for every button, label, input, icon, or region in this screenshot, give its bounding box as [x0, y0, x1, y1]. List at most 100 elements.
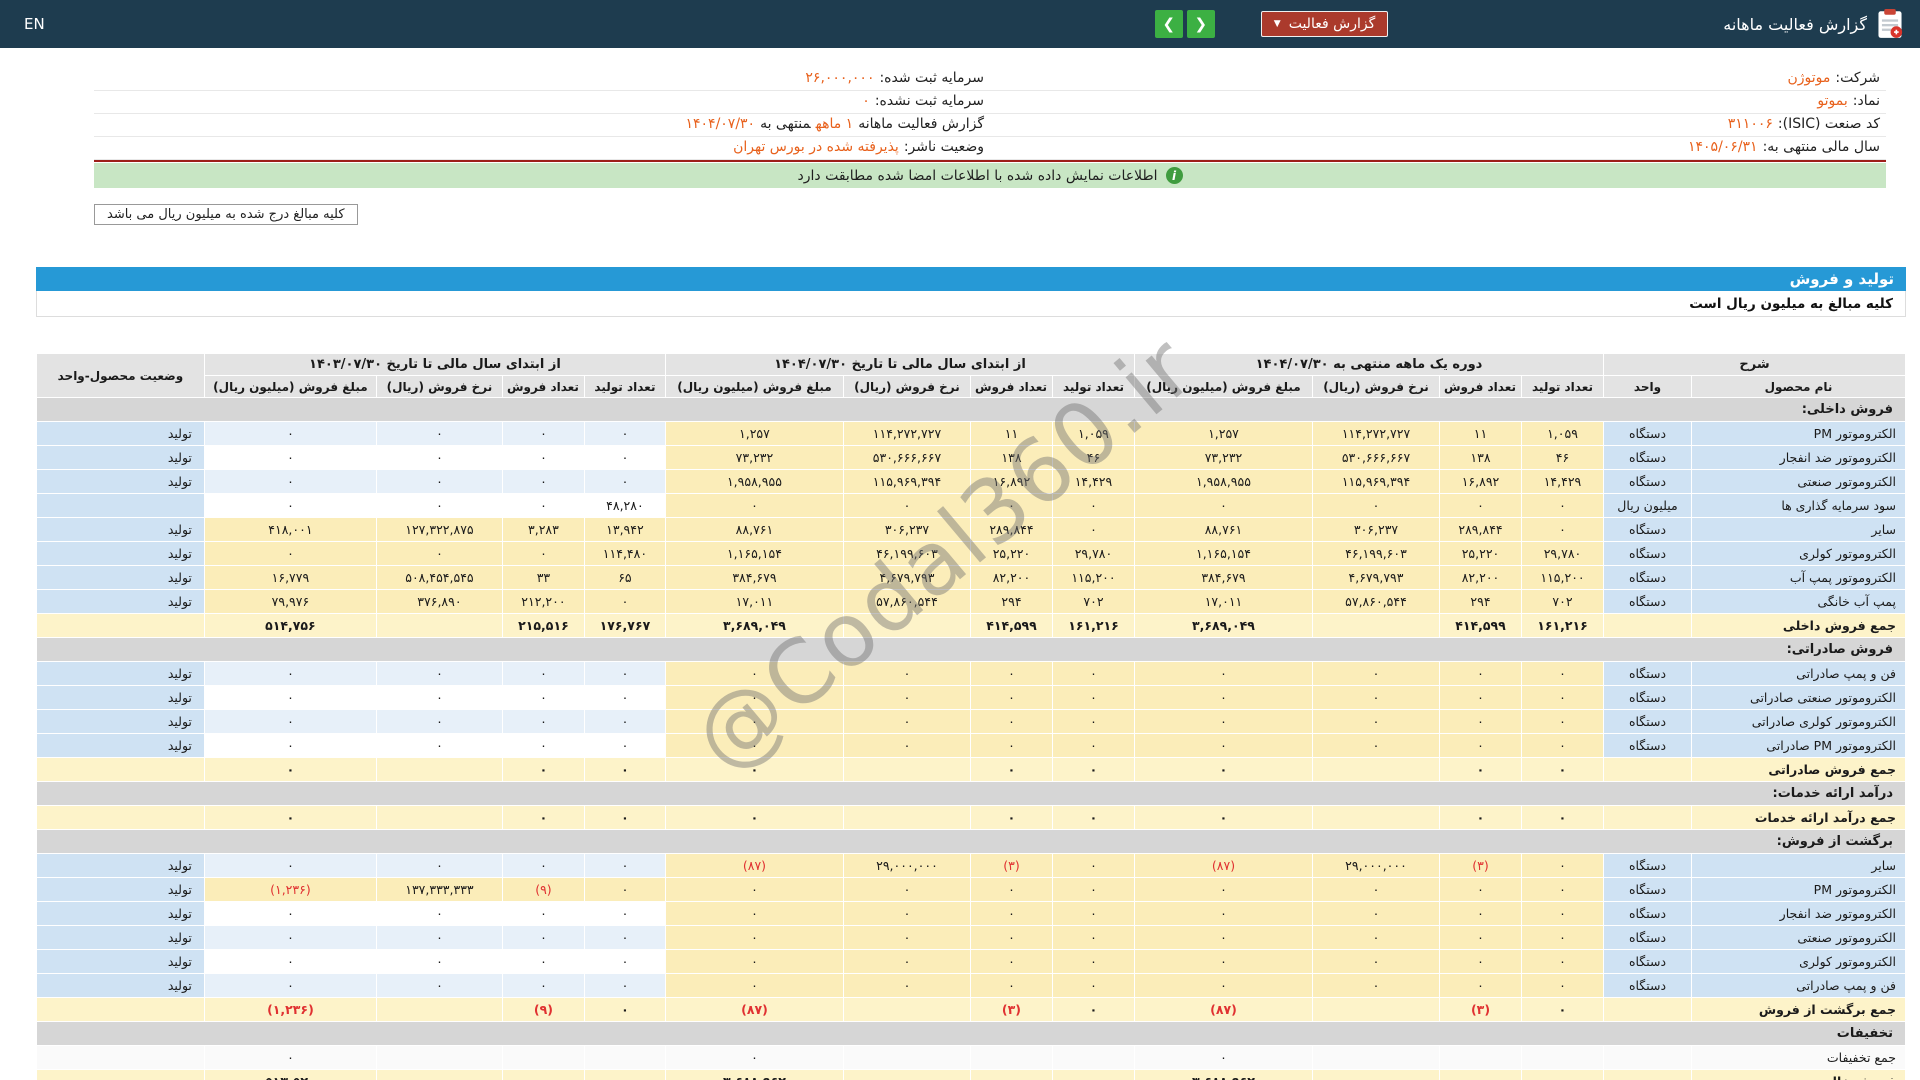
cell-value: [502, 1070, 584, 1080]
cell-value: ۳۰۶,۲۳۷: [1313, 518, 1440, 542]
next-report-button[interactable]: ❯: [1187, 10, 1215, 38]
info-value: موتوژن: [1788, 70, 1831, 86]
cell-value: ۰: [584, 902, 665, 926]
header-sub: تعداد فروش: [970, 376, 1052, 398]
section-label: برگشت از فروش:: [36, 830, 1905, 854]
cell-value: ۰: [1052, 854, 1134, 878]
cell-value: ۰: [1440, 950, 1522, 974]
table-row: الکتروموتور PM صادراتیدستگاه۰۰۰۰۰۰۰۰۰۰۰۰…: [36, 734, 1905, 758]
language-toggle[interactable]: EN: [16, 11, 53, 37]
cell-unit: دستگاه: [1604, 470, 1692, 494]
cell-unit: دستگاه: [1604, 446, 1692, 470]
info-label: شرکت:: [1835, 70, 1880, 86]
cell-status: تولید: [36, 974, 204, 998]
cell-value: ۰: [1052, 518, 1134, 542]
cell-status: [36, 494, 204, 518]
cell-value: ۳,۶۸۸,۹۶۲: [1134, 1070, 1312, 1080]
cell-value: [843, 1070, 970, 1080]
cell-value: ۱,۹۵۸,۹۵۵: [1134, 470, 1312, 494]
cell-value: ۰: [376, 494, 502, 518]
cell-value: ۱۳۷,۳۳۳,۳۳۳: [376, 878, 502, 902]
cell-value: ۰: [376, 662, 502, 686]
cell-value: ۱۷,۰۱۱: [1134, 590, 1312, 614]
cell-value: ۰: [1440, 686, 1522, 710]
cell-value: ۰: [376, 446, 502, 470]
cell-product-name: سود سرمایه گذاری ها: [1692, 494, 1906, 518]
cell-unit: دستگاه: [1604, 854, 1692, 878]
cell-value: [376, 614, 502, 638]
header-sub: تعداد فروش: [502, 376, 584, 398]
cell-product-name: الکتروموتور ضد انفجار: [1692, 902, 1906, 926]
chevron-down-icon: ▼: [1274, 19, 1281, 29]
cell-value: ۲۵,۲۲۰: [1440, 542, 1522, 566]
cell-unit: دستگاه: [1604, 950, 1692, 974]
cell-value: ۵۱۴,۷۵۶: [204, 614, 376, 638]
cell-value: ۰: [1522, 806, 1604, 830]
cell-value: [584, 1070, 665, 1080]
cell-value: ۰: [970, 902, 1052, 926]
info-value: ۳۱۱۰۰۶: [1728, 116, 1773, 132]
cell-value: (۳): [970, 998, 1052, 1022]
cell-value: ۰: [1313, 974, 1440, 998]
cell-value: ۰: [1440, 878, 1522, 902]
cell-value: ۰: [376, 950, 502, 974]
cell-value: ۰: [376, 470, 502, 494]
cell-value: ۱۶,۷۷۹: [204, 566, 376, 590]
header-unit: واحد: [1604, 376, 1692, 398]
cell-value: ۰: [502, 806, 584, 830]
info-value: ۱۴۰۴/۰۷/۳۰: [685, 116, 755, 132]
cell-unit: دستگاه: [1604, 734, 1692, 758]
cell-value: [1313, 998, 1440, 1022]
cell-value: (۹): [502, 998, 584, 1022]
cell-value: [1313, 758, 1440, 782]
cell-value: ۲۹,۰۰۰,۰۰۰: [843, 854, 970, 878]
cell-status: تولید: [36, 518, 204, 542]
cell-value: ۱۳۸: [970, 446, 1052, 470]
table-row: پمپ آب خانگیدستگاه۷۰۲۲۹۴۵۷,۸۶۰,۵۴۴۱۷,۰۱۱…: [36, 590, 1905, 614]
cell-value: ۰: [584, 470, 665, 494]
cell-value: ۰: [376, 926, 502, 950]
cell-value: ۰: [204, 926, 376, 950]
cell-unit: دستگاه: [1604, 422, 1692, 446]
info-value: پذیرفته شده در بورس تهران: [733, 139, 899, 155]
cell-value: ۳۸۴,۶۷۹: [665, 566, 843, 590]
cell-value: ۴۱۴,۵۹۹: [970, 614, 1052, 638]
info-value: ۰: [862, 93, 870, 109]
cell-value: [584, 1046, 665, 1070]
header-product-name: نام محصول: [1692, 376, 1906, 398]
cell-value: ۰: [1052, 950, 1134, 974]
info-row: کد صنعت (ISIC): ۳۱۱۰۰۶ گزارش فعالیت ماهانه…: [94, 114, 1886, 137]
cell-value: ۸۲,۲۰۰: [970, 566, 1052, 590]
cell-value: ۰: [376, 734, 502, 758]
cell-value: ۱۱۴,۲۷۲,۷۲۷: [1313, 422, 1440, 446]
cell-value: ۰: [970, 734, 1052, 758]
info-cell: گزارش فعالیت ماهانه۱ ماههمنتهی به۱۴۰۴/۰۷…: [94, 114, 990, 137]
info-cell: وضعیت ناشر:پذیرفته شده در بورس تهران: [94, 137, 990, 160]
cell-value: ۰: [665, 950, 843, 974]
cell-product-name: الکتروموتور کولری صادراتی: [1692, 710, 1906, 734]
cell-value: ۰: [1134, 758, 1312, 782]
cell-value: ۰: [1522, 518, 1604, 542]
prev-report-button[interactable]: ❮: [1155, 10, 1183, 38]
table-row: الکتروموتور کولریدستگاه۰۰۰۰۰۰۰۰۰۰۰۰تولید: [36, 950, 1905, 974]
cell-value: ۱۴,۴۲۹: [1052, 470, 1134, 494]
cell-value: ۰: [1313, 686, 1440, 710]
report-type-dropdown[interactable]: گزارش فعالیت ▼: [1261, 11, 1388, 37]
cell-value: ۸۲,۲۰۰: [1440, 566, 1522, 590]
info-label: کد صنعت (ISIC):: [1778, 116, 1880, 132]
cell-value: ۰: [665, 734, 843, 758]
cell-product-name: پمپ آب خانگی: [1692, 590, 1906, 614]
header-sub: تعداد فروش: [1440, 376, 1522, 398]
cell-value: ۱۱۵,۲۰۰: [1522, 566, 1604, 590]
cell-status: تولید: [36, 950, 204, 974]
cell-value: ۰: [502, 470, 584, 494]
cell-product-name: جمع برگشت از فروش: [1692, 998, 1906, 1022]
header-sub: نرخ فروش (ریال): [376, 376, 502, 398]
cell-product-name: فروش خالص: [1692, 1070, 1906, 1080]
cell-value: ۱۶۱,۲۱۶: [1522, 614, 1604, 638]
cell-value: [502, 1046, 584, 1070]
cell-value: ۸۸,۷۶۱: [665, 518, 843, 542]
header-sub: نرخ فروش (ریال): [843, 376, 970, 398]
cell-value: ۰: [376, 854, 502, 878]
header-sub: مبلغ فروش (میلیون ریال): [204, 376, 376, 398]
